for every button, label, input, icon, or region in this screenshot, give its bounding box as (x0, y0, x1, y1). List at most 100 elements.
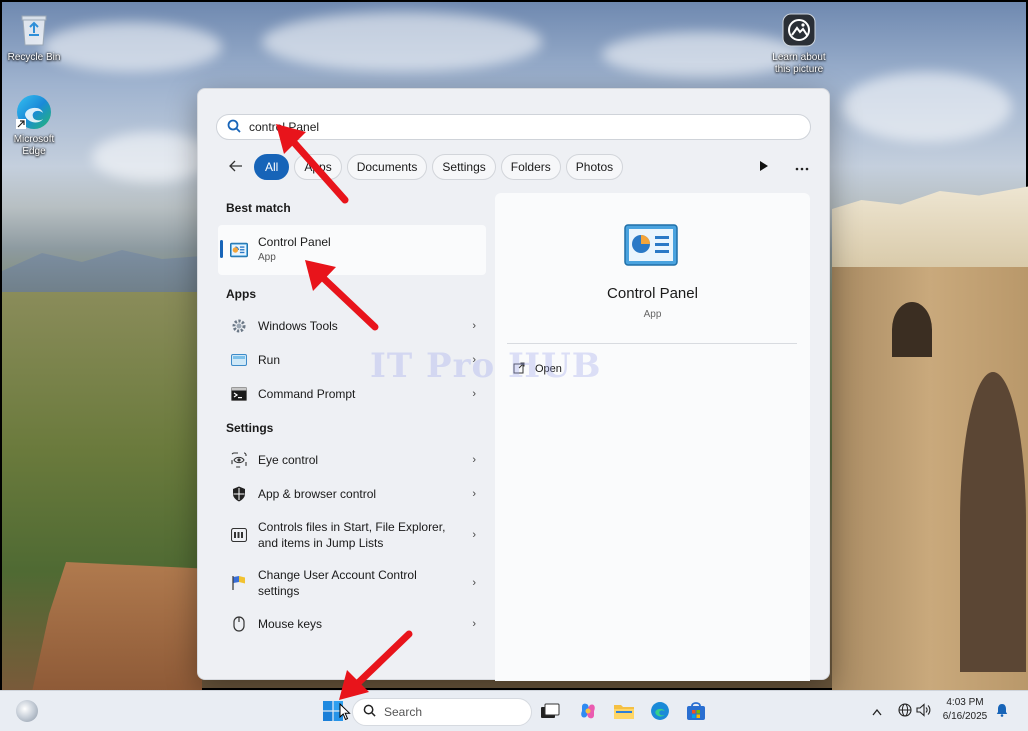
back-button[interactable] (224, 155, 248, 179)
chevron-right-icon[interactable]: › (464, 577, 476, 589)
result-controls-files[interactable]: Controls files in Start, File Explorer, … (218, 511, 486, 559)
notifications-button[interactable] (996, 691, 1008, 731)
chevron-right-icon[interactable]: › (464, 354, 476, 366)
preview-title: Control Panel (607, 285, 698, 302)
desktop-icon-learn-about-picture[interactable]: Learn about this picture (766, 10, 832, 76)
network-button[interactable] (898, 691, 912, 731)
weather-widget-icon[interactable] (16, 700, 38, 722)
result-eye-control[interactable]: Eye control › (218, 443, 486, 477)
desktop-icon-label: Microsoft Edge (13, 134, 55, 157)
volume-button[interactable] (916, 691, 932, 731)
result-label: Eye control (258, 453, 319, 467)
wallpaper-cloud (92, 132, 212, 182)
preview-subtitle: App (643, 309, 662, 320)
wallpaper-cloud (42, 22, 222, 72)
play-icon (760, 160, 768, 174)
result-label: Run (258, 353, 281, 367)
wallpaper-town (832, 186, 1028, 272)
chevron-right-icon[interactable]: › (464, 320, 476, 332)
store-icon (686, 701, 706, 724)
result-subtitle: App (258, 252, 276, 263)
result-label: Command Prompt (258, 387, 356, 401)
open-action[interactable]: Open (513, 359, 562, 379)
chevron-right-icon[interactable]: › (464, 618, 476, 630)
result-command-prompt[interactable]: Command Prompt › (218, 377, 486, 411)
result-title: Control Panel (258, 235, 331, 249)
result-change-uac-settings[interactable]: Change User Account Control settings › (218, 559, 486, 607)
globe-icon (898, 703, 912, 720)
task-view-icon (540, 703, 560, 722)
shield-icon (230, 485, 248, 503)
clock-time: 4:03 PM (946, 697, 984, 708)
speaker-icon (916, 703, 932, 720)
search-icon (227, 119, 241, 136)
result-mouse-keys[interactable]: Mouse keys › (218, 607, 486, 641)
store-button[interactable] (684, 700, 708, 724)
copilot-button[interactable] (576, 700, 600, 724)
copilot-icon (578, 701, 598, 724)
recycle-bin-icon (14, 10, 54, 50)
control-panel-icon (230, 241, 248, 259)
eye-icon (230, 451, 248, 469)
search-icon (363, 704, 376, 720)
section-settings: Settings (226, 421, 274, 435)
taskbar-search-label: Search (384, 705, 423, 719)
preview-pane: Control Panel App Open (495, 193, 810, 681)
gear-icon (230, 317, 248, 335)
wallpaper-arch (892, 302, 932, 357)
result-run[interactable]: Run › (218, 343, 486, 377)
clock-date: 6/16/2025 (942, 711, 988, 722)
edge-taskbar-button[interactable] (648, 700, 672, 724)
uac-flag-icon (230, 574, 248, 592)
section-apps: Apps (226, 287, 256, 301)
result-label: Mouse keys (258, 617, 323, 631)
chevron-right-icon[interactable]: › (464, 388, 476, 400)
result-label: App & browser control (258, 487, 377, 501)
folder-icon (613, 702, 635, 723)
chevron-up-icon (872, 705, 882, 719)
chevron-right-icon[interactable]: › (464, 454, 476, 466)
filter-chip-settings[interactable]: Settings (432, 154, 496, 180)
chevron-right-icon[interactable]: › (464, 529, 476, 541)
result-app-browser-control[interactable]: App & browser control › (218, 477, 486, 511)
show-hidden-icons-button[interactable] (872, 691, 882, 731)
filter-chip-documents[interactable]: Documents (346, 154, 428, 180)
desktop-icon-recycle-bin[interactable]: Recycle Bin (2, 10, 66, 64)
options-button[interactable] (790, 155, 814, 179)
filter-chip-photos[interactable]: Photos (565, 154, 624, 180)
taskbar-search[interactable]: Search (352, 698, 532, 726)
result-label: Windows Tools (258, 319, 338, 333)
wallpaper-cloud (842, 72, 1012, 142)
desktop-icon-label: Learn about this picture (772, 52, 826, 75)
result-label-line1: Controls files in Start, File Explorer, (258, 520, 446, 534)
wallpaper-cloud (262, 12, 542, 72)
system-clock[interactable]: 4:03 PM 6/16/2025 (940, 696, 990, 724)
filter-chip-folders[interactable]: Folders (500, 154, 561, 180)
camera-icon (779, 10, 819, 50)
chevron-right-icon[interactable]: › (464, 488, 476, 500)
filter-chip-all[interactable]: All (254, 154, 290, 180)
divider (507, 343, 797, 344)
edge-icon (650, 701, 670, 724)
more-filters-button[interactable] (752, 155, 776, 179)
desktop-icon-edge[interactable]: Microsoft Edge (2, 92, 66, 158)
bell-icon (996, 703, 1008, 720)
file-explorer-button[interactable] (612, 700, 636, 724)
start-search-panel: All Apps Documents Settings Folders Phot… (197, 88, 830, 681)
task-view-button[interactable] (538, 700, 562, 724)
wallpaper-arch (960, 372, 1026, 672)
open-label: Open (535, 363, 562, 375)
edge-icon (14, 92, 54, 132)
result-label-line1: Change User Account Control (258, 568, 417, 582)
section-best-match: Best match (226, 201, 291, 215)
terminal-icon (230, 385, 248, 403)
result-windows-tools[interactable]: Windows Tools › (218, 309, 486, 343)
filter-chip-apps[interactable]: Apps (294, 154, 342, 180)
mouse-cursor-icon (339, 702, 351, 724)
result-label-line2: settings (258, 584, 300, 598)
result-control-panel[interactable]: Control Panel App (218, 225, 486, 275)
search-input[interactable] (249, 120, 789, 134)
filter-row: All Apps Documents Settings Folders Phot… (224, 153, 814, 181)
search-box[interactable] (216, 114, 811, 140)
taskbar: Search 4:03 PM 6/16/2025 (0, 690, 1028, 731)
